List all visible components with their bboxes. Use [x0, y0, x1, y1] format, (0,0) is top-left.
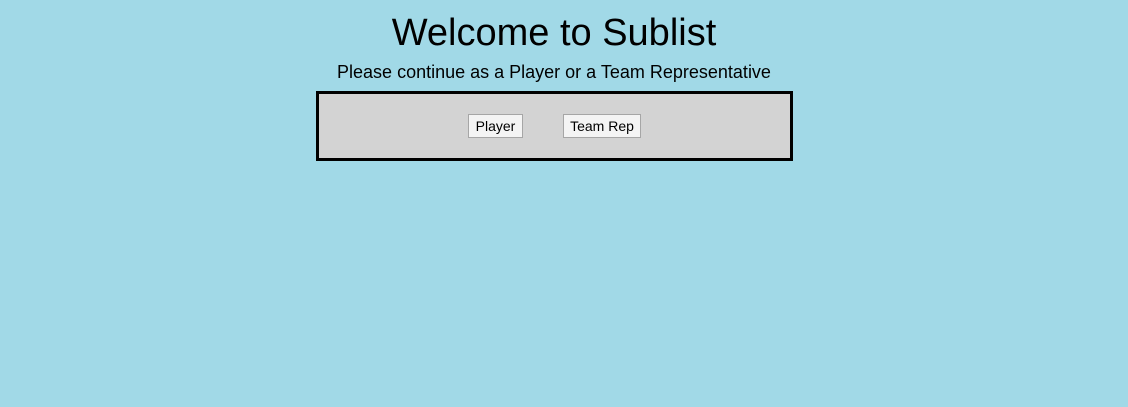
player-button[interactable]: Player — [468, 114, 523, 138]
page-title: Welcome to Sublist — [391, 12, 717, 54]
role-choice-panel: Player Team Rep — [316, 91, 793, 161]
page-subtitle: Please continue as a Player or a Team Re… — [337, 62, 771, 82]
team-rep-button[interactable]: Team Rep — [563, 114, 641, 138]
